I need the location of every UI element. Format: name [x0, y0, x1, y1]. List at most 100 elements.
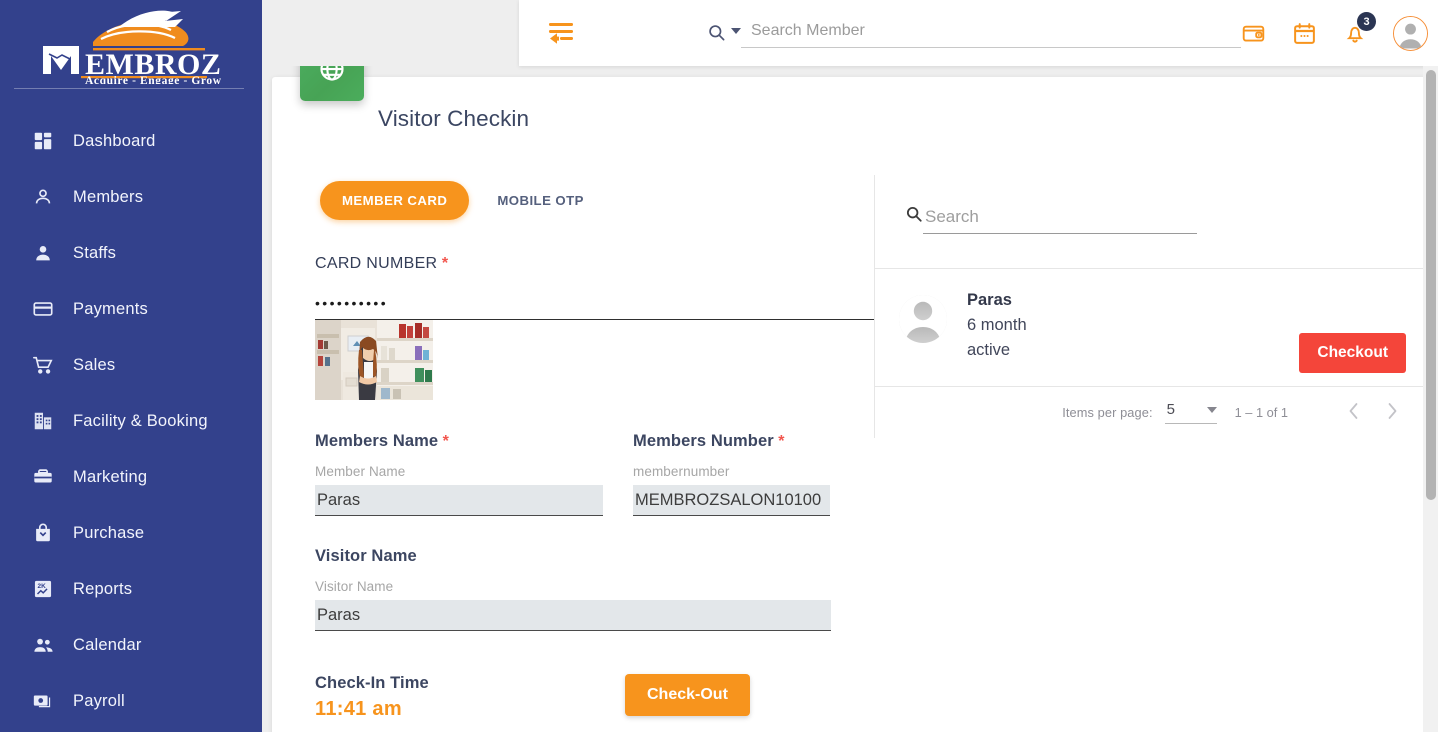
visitor-name-label: Visitor Name: [315, 547, 417, 565]
member-name: Paras: [967, 291, 1012, 309]
member-info: Paras 6 month active: [967, 291, 1027, 360]
notification-count-badge: 3: [1357, 12, 1376, 31]
building-icon: [30, 408, 56, 434]
sidebar-item-members[interactable]: Members: [0, 169, 262, 225]
sidebar: EMBROZ Acquire - Engage - Grow Dashboard…: [0, 0, 262, 732]
members-name-group: Members Name * Member Name: [315, 432, 633, 516]
sidebar-item-staffs[interactable]: Staffs: [0, 225, 262, 281]
status-badge: active: [967, 341, 1011, 359]
main-stage: Visitor Checkin MEMBER CARD MOBILE OTP C…: [262, 66, 1438, 732]
sidebar-item-label: Marketing: [73, 467, 148, 486]
briefcase-icon: [30, 464, 56, 490]
card-number-group: CARD NUMBER * ••••••••••: [315, 255, 875, 320]
sidebar-item-label: Dashboard: [73, 131, 156, 150]
sidebar-item-label: Members: [73, 187, 144, 206]
member-plan: 6 month: [967, 316, 1027, 334]
items-per-page-label: Items per page:: [1062, 405, 1153, 420]
sidebar-item-sales[interactable]: Sales: [0, 337, 262, 393]
logo-tagline: Acquire - Engage - Grow: [85, 75, 222, 84]
sidebar-item-payments[interactable]: Payments: [0, 281, 262, 337]
member-photo: [315, 320, 433, 400]
table-row[interactable]: Paras 6 month active Checkout: [875, 269, 1428, 387]
sidebar-item-label: Staffs: [73, 243, 117, 262]
visitor-checkin-card: Visitor Checkin MEMBER CARD MOBILE OTP C…: [272, 66, 1428, 732]
page-title: Visitor Checkin: [378, 106, 530, 131]
calendar-icon[interactable]: [1292, 21, 1317, 46]
dashboard-icon: [30, 128, 56, 154]
sidebar-item-dashboard[interactable]: Dashboard: [0, 113, 262, 169]
members-number-label: Members Number: [633, 432, 774, 450]
members-name-placeholder: Member Name: [315, 464, 406, 479]
shopping-cart-icon: [30, 352, 56, 378]
checkin-method-tabs: MEMBER CARD MOBILE OTP: [320, 181, 606, 220]
money-icon: [30, 688, 56, 714]
vertical-scrollbar-thumb[interactable]: [1426, 70, 1436, 500]
members-name-label: Members Name: [315, 432, 439, 450]
bell-icon[interactable]: 3: [1343, 12, 1376, 45]
member-fields-row: Members Name * Member Name Members Numbe…: [315, 432, 875, 516]
check-out-button[interactable]: Check-Out: [625, 674, 750, 716]
sidebar-item-label: Facility & Booking: [73, 411, 208, 430]
header-search: [707, 18, 1241, 48]
sidebar-item-purchase[interactable]: Purchase: [0, 505, 262, 561]
visitor-name-input[interactable]: [315, 600, 831, 631]
visitor-name-placeholder: Visitor Name: [315, 579, 394, 594]
membroz-logo-icon: EMBROZ Acquire - Engage - Grow: [43, 10, 222, 84]
header-actions: 3: [1241, 12, 1428, 51]
page-size-value: 5: [1166, 401, 1175, 418]
menu-collapse-icon[interactable]: [547, 18, 577, 48]
results-search-input[interactable]: [923, 207, 1197, 234]
top-header: 3: [519, 0, 1438, 66]
required-asterisk: *: [778, 433, 785, 450]
sidebar-item-calendar[interactable]: Calendar: [0, 617, 262, 673]
shopping-bag-icon: [30, 520, 56, 546]
members-number-group: Members Number * membernumber: [633, 432, 873, 516]
chevron-down-icon: [1206, 406, 1217, 413]
sidebar-item-label: Calendar: [73, 635, 142, 654]
sidebar-item-marketing[interactable]: Marketing: [0, 449, 262, 505]
paginator: Items per page: 5 1 – 1 of 1: [875, 387, 1428, 438]
people-icon: [30, 632, 56, 658]
results-search-row: [875, 175, 1428, 269]
members-name-input[interactable]: [315, 485, 603, 516]
sidebar-item-label: Payments: [73, 299, 148, 318]
tab-mobile-otp[interactable]: MOBILE OTP: [475, 181, 606, 220]
sidebar-nav: Dashboard Members Staffs Payments Sales: [0, 113, 262, 729]
checkin-form: CARD NUMBER * •••••••••• Members Name * …: [315, 255, 875, 721]
brand-logo[interactable]: EMBROZ Acquire - Engage - Grow: [0, 0, 262, 86]
card-number-label: CARD NUMBER: [315, 255, 438, 272]
search-input[interactable]: [741, 18, 1241, 48]
visitor-name-group: Visitor Name Visitor Name: [315, 547, 875, 631]
sidebar-item-label: Purchase: [73, 523, 145, 542]
card-number-masked-value: ••••••••••: [315, 295, 389, 311]
sidebar-item-payroll[interactable]: Payroll: [0, 673, 262, 729]
members-number-input[interactable]: [633, 485, 830, 516]
staff-icon: [30, 240, 56, 266]
page-size-select[interactable]: 5: [1164, 401, 1217, 424]
svg-text:2K: 2K: [38, 583, 47, 590]
search-icon[interactable]: [905, 205, 923, 228]
report-chart-icon: 2K: [30, 576, 56, 602]
required-asterisk: *: [442, 433, 449, 450]
avatar[interactable]: [1393, 15, 1428, 51]
card-number-input[interactable]: ••••••••••: [315, 295, 875, 320]
sidebar-item-reports[interactable]: 2K Reports: [0, 561, 262, 617]
search-icon[interactable]: [707, 23, 741, 42]
chevron-down-icon[interactable]: [731, 28, 741, 34]
wallet-icon[interactable]: [1241, 21, 1266, 46]
sidebar-item-facility-booking[interactable]: Facility & Booking: [0, 393, 262, 449]
member-icon: [30, 184, 56, 210]
previous-page-button[interactable]: [1334, 401, 1373, 424]
avatar: [899, 295, 947, 343]
checkout-button[interactable]: Checkout: [1299, 333, 1406, 373]
checkin-time-label: Check-In Time: [315, 674, 429, 692]
next-page-button[interactable]: [1373, 401, 1412, 424]
required-asterisk: *: [441, 255, 449, 272]
members-number-placeholder: membernumber: [633, 464, 730, 479]
globe-icon: [300, 66, 364, 101]
tab-member-card[interactable]: MEMBER CARD: [320, 181, 470, 220]
sidebar-item-label: Reports: [73, 579, 133, 598]
member-results-panel: Paras 6 month active Checkout Items per …: [874, 175, 1428, 438]
sidebar-item-label: Sales: [73, 355, 116, 374]
payment-card-icon: [30, 296, 56, 322]
